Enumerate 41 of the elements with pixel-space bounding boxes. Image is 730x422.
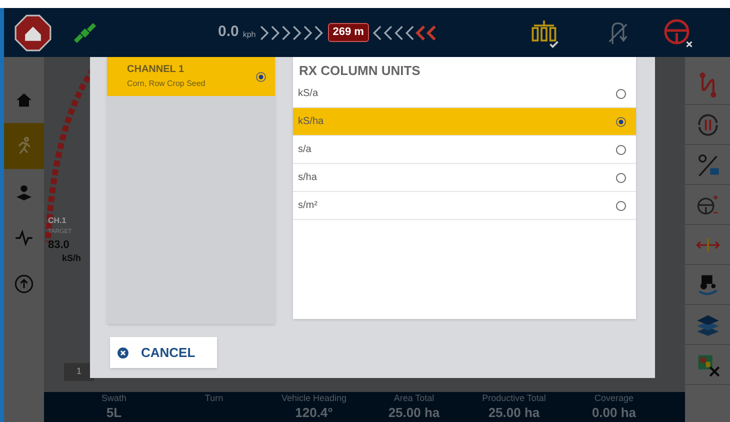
status-label: Turn: [204, 393, 224, 405]
status-value: 25.00 ha: [488, 404, 540, 421]
unit-option[interactable]: kS/a: [293, 80, 636, 108]
status-label: Productive Total: [482, 393, 546, 404]
status-value: 5L: [106, 404, 122, 421]
status-label: Coverage: [594, 393, 634, 404]
target-unit: kS/h: [62, 252, 82, 265]
radio-icon[interactable]: [615, 172, 627, 184]
status-value: 0.00 ha: [592, 404, 636, 421]
upload-icon: [14, 274, 34, 294]
status-label: Vehicle Heading: [281, 393, 347, 404]
radio-icon[interactable]: [615, 88, 627, 100]
crop-name: Corn, Row Crop Seed: [127, 79, 206, 90]
close-icon: [117, 346, 129, 358]
status-label: Swath: [101, 393, 126, 404]
distance-badge: 269 m: [328, 23, 369, 42]
chevrons-right-icon: [260, 24, 324, 40]
home-icon[interactable]: [14, 14, 52, 52]
channel-item[interactable]: CHANNEL 1 Corn, Row Crop Seed: [107, 57, 275, 96]
radio-selected-icon[interactable]: [615, 116, 627, 128]
status-value: 120.4°: [295, 404, 333, 421]
unit-option[interactable]: kS/ha: [293, 108, 636, 136]
radio-selected-icon[interactable]: [255, 70, 267, 82]
chevrons-left-icon: [372, 24, 437, 40]
cancel-button[interactable]: CANCEL: [110, 337, 217, 368]
status-label: Area Total: [394, 393, 434, 404]
radio-icon[interactable]: [615, 200, 627, 212]
speed-value: 0.0: [218, 22, 239, 42]
channel-label: CH.1: [48, 215, 66, 227]
dialog-title: RX COLUMN UNITS: [298, 62, 422, 80]
channel-name: CHANNEL 1: [127, 64, 186, 76]
unit-option[interactable]: s/m²: [293, 192, 636, 220]
nav-item[interactable]: [4, 123, 44, 169]
steering-wheel-icon[interactable]: [662, 18, 693, 48]
target-value: 83.0: [48, 238, 70, 253]
status-value: 25.00 ha: [388, 404, 440, 421]
heartbeat-icon: [14, 228, 34, 248]
radio-icon[interactable]: [615, 144, 627, 156]
speed-unit: kph: [242, 28, 256, 40]
unit-option[interactable]: s/a: [293, 136, 636, 164]
unit-option[interactable]: s/ha: [293, 164, 636, 192]
